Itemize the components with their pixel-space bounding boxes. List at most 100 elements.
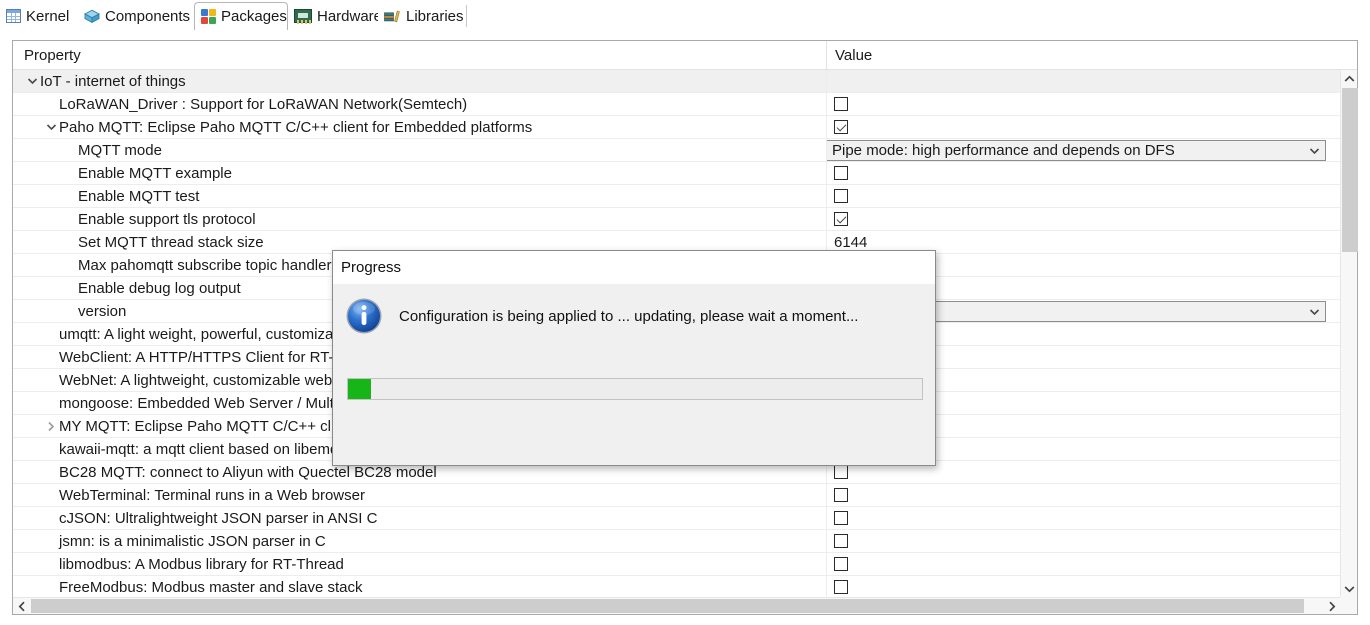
row-label: Set MQTT thread stack size	[78, 234, 264, 251]
twisty-spacer	[62, 231, 78, 254]
tab-kernel[interactable]: Kernel	[0, 2, 78, 30]
dialog-body: Configuration is being applied to ... up…	[333, 284, 935, 466]
checkbox-unchecked[interactable]	[834, 166, 848, 180]
row-property-cell[interactable]: MQTT mode	[13, 139, 826, 162]
table-row[interactable]: cJSON: Ultralightweight JSON parser in A…	[13, 507, 1340, 530]
table-row[interactable]: LoRaWAN_Driver : Support for LoRaWAN Net…	[13, 93, 1340, 116]
configurator-window: Kernel Components PackagesHardware Librarie…	[0, 0, 1370, 625]
dialog-title: Progress	[341, 259, 401, 276]
twisty-spacer	[62, 300, 78, 323]
checkbox-unchecked[interactable]	[834, 511, 848, 525]
table-row[interactable]: Enable MQTT example	[13, 162, 1340, 185]
row-label: IoT - internet of things	[40, 73, 186, 90]
twisty-spacer	[43, 484, 59, 507]
table-row[interactable]: IoT - internet of things	[13, 70, 1340, 93]
table-row[interactable]: WebTerminal: Terminal runs in a Web brow…	[13, 484, 1340, 507]
twisty-spacer	[43, 369, 59, 392]
chevron-down-icon[interactable]	[1309, 141, 1320, 161]
twisty-spacer	[43, 392, 59, 415]
row-label: libmodbus: A Modbus library for RT-Threa…	[59, 556, 344, 573]
chevron-down-icon[interactable]	[1309, 302, 1320, 322]
row-property-cell[interactable]: WebTerminal: Terminal runs in a Web brow…	[13, 484, 826, 507]
row-label: MQTT mode	[78, 142, 162, 159]
table-row[interactable]: MQTT mode Pipe mode: high performance and…	[13, 139, 1340, 162]
twisty-spacer	[43, 530, 59, 553]
row-property-cell[interactable]: libmodbus: A Modbus library for RT-Threa…	[13, 553, 826, 576]
checkbox-unchecked[interactable]	[834, 580, 848, 594]
table-row[interactable]: Paho MQTT: Eclipse Paho MQTT C/C++ clien…	[13, 116, 1340, 139]
row-value-cell[interactable]: Pipe mode: high performance and depends …	[826, 139, 1340, 162]
dropdown[interactable]: Pipe mode: high performance and depends …	[826, 140, 1326, 161]
checkbox-unchecked[interactable]	[834, 97, 848, 111]
twisty-spacer	[43, 323, 59, 346]
table-row[interactable]: FreeModbus: Modbus master and slave stac…	[13, 576, 1340, 597]
row-value-cell[interactable]	[826, 208, 1340, 231]
hardware-icon	[294, 9, 312, 23]
checkbox-unchecked[interactable]	[834, 465, 848, 479]
row-property-cell[interactable]: cJSON: Ultralightweight JSON parser in A…	[13, 507, 826, 530]
row-label: Paho MQTT: Eclipse Paho MQTT C/C++ clien…	[59, 119, 532, 136]
scroll-up-button[interactable]	[1341, 70, 1358, 87]
row-label: WebTerminal: Terminal runs in a Web brow…	[59, 487, 365, 504]
row-value-cell[interactable]	[826, 576, 1340, 598]
checkbox-checked[interactable]	[834, 120, 848, 134]
tab-packages[interactable]: Packages	[194, 2, 288, 30]
table-row[interactable]: Enable MQTT test	[13, 185, 1340, 208]
checkbox-unchecked[interactable]	[834, 557, 848, 571]
table-row[interactable]: jsmn: is a minimalistic JSON parser in C	[13, 530, 1340, 553]
row-property-cell[interactable]: Paho MQTT: Eclipse Paho MQTT C/C++ clien…	[13, 116, 826, 139]
row-value-cell[interactable]	[826, 484, 1340, 507]
dropdown-value: Pipe mode: high performance and depends …	[832, 142, 1175, 159]
column-header-value[interactable]: Value	[826, 41, 1357, 70]
row-label: Enable debug log output	[78, 280, 241, 297]
tab-hardware[interactable]: Hardware	[288, 2, 378, 30]
row-value-cell[interactable]	[826, 530, 1340, 553]
checkbox-checked[interactable]	[834, 212, 848, 226]
row-property-cell[interactable]: Enable support tls protocol	[13, 208, 826, 231]
vertical-scrollbar[interactable]	[1340, 70, 1357, 597]
row-value-cell[interactable]	[826, 185, 1340, 208]
row-value-text: 6144	[834, 234, 867, 251]
column-header-property[interactable]: Property	[13, 47, 826, 64]
row-label: Enable MQTT example	[78, 165, 232, 182]
row-property-cell[interactable]: jsmn: is a minimalistic JSON parser in C	[13, 530, 826, 553]
tab-label: Components	[105, 9, 190, 24]
scroll-down-button[interactable]	[1341, 580, 1358, 597]
row-label: WebNet: A lightweight, customizable web …	[59, 372, 378, 389]
row-value-cell[interactable]	[826, 507, 1340, 530]
row-property-cell[interactable]: Enable MQTT test	[13, 185, 826, 208]
checkbox-unchecked[interactable]	[834, 488, 848, 502]
row-property-cell[interactable]: LoRaWAN_Driver : Support for LoRaWAN Net…	[13, 93, 826, 116]
horizontal-scrollbar-thumb[interactable]	[31, 599, 1304, 613]
twisty-spacer	[62, 139, 78, 162]
row-property-cell[interactable]: Enable MQTT example	[13, 162, 826, 185]
row-label: jsmn: is a minimalistic JSON parser in C	[59, 533, 326, 550]
checkbox-unchecked[interactable]	[834, 534, 848, 548]
tab-label: Kernel	[26, 9, 69, 24]
row-value-cell[interactable]	[826, 116, 1340, 139]
table-row[interactable]: Enable support tls protocol	[13, 208, 1340, 231]
vertical-scrollbar-thumb[interactable]	[1342, 88, 1358, 252]
chevron-down-icon[interactable]	[24, 70, 40, 93]
libraries-icon	[384, 9, 401, 24]
row-label: kawaii-mqtt: a mqtt client based on libe…	[59, 441, 347, 458]
row-value-cell[interactable]	[826, 93, 1340, 116]
tab-components[interactable]: Components	[78, 2, 194, 30]
table-row[interactable]: libmodbus: A Modbus library for RT-Threa…	[13, 553, 1340, 576]
checkbox-unchecked[interactable]	[834, 189, 848, 203]
scroll-left-button[interactable]	[13, 598, 30, 614]
row-value-cell[interactable]	[826, 162, 1340, 185]
chevron-right-icon[interactable]	[43, 415, 59, 438]
twisty-spacer	[43, 346, 59, 369]
row-property-cell[interactable]: FreeModbus: Modbus master and slave stac…	[13, 576, 826, 598]
scroll-right-button[interactable]	[1323, 598, 1340, 614]
tab-libraries[interactable]: Libraries	[378, 2, 466, 30]
row-property-cell[interactable]: IoT - internet of things	[13, 70, 826, 93]
chevron-down-icon[interactable]	[43, 116, 59, 139]
twisty-spacer	[62, 162, 78, 185]
tab-label: Libraries	[406, 9, 464, 24]
row-label: version	[78, 303, 126, 320]
row-label: Enable MQTT test	[78, 188, 199, 205]
horizontal-scrollbar[interactable]	[13, 597, 1340, 614]
row-value-cell[interactable]	[826, 553, 1340, 576]
